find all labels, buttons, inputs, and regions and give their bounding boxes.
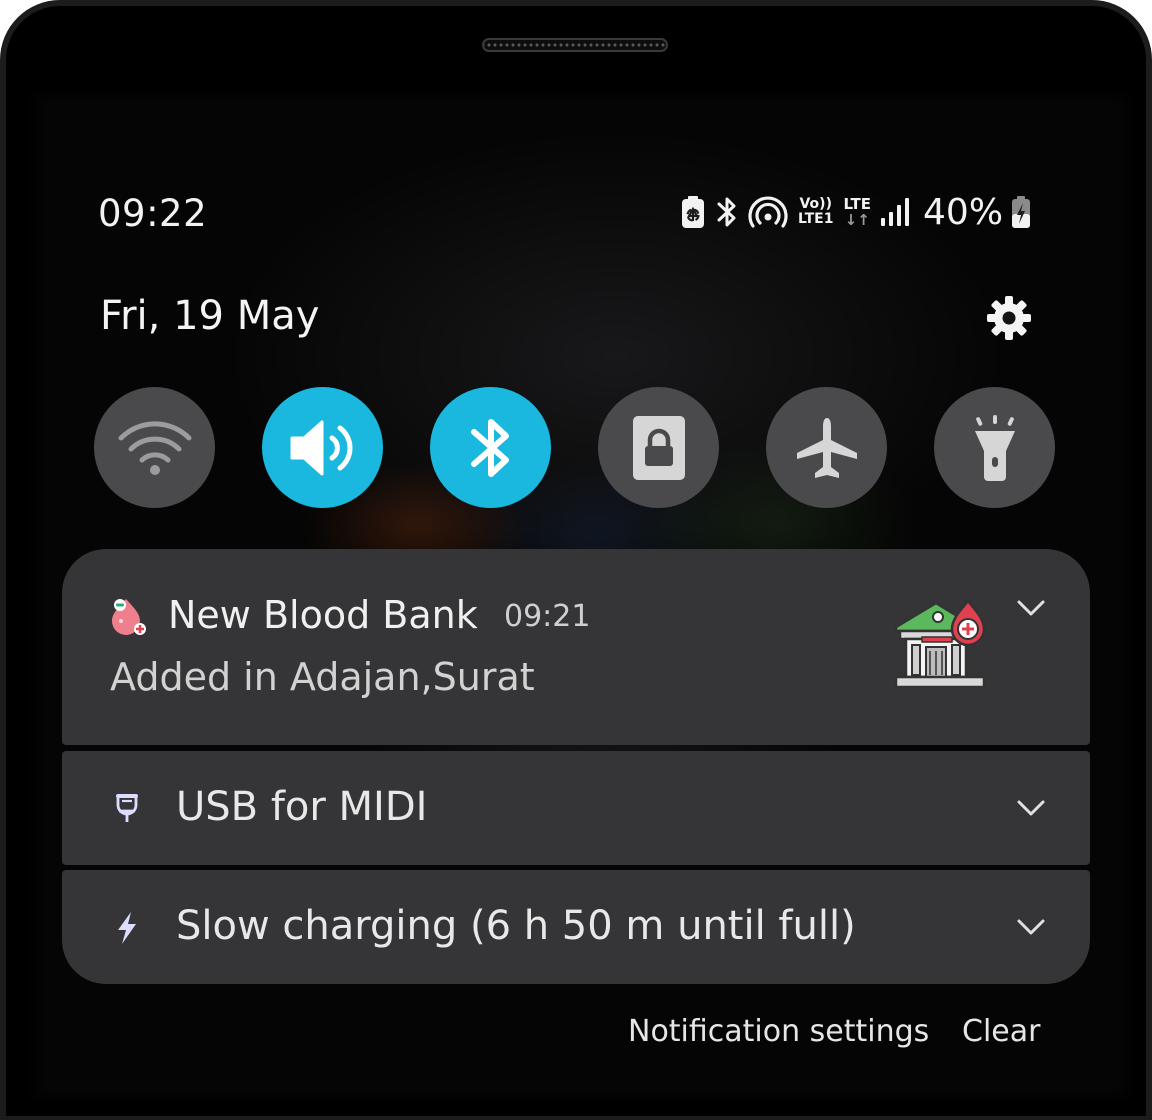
- lte-label: LTE: [843, 195, 872, 213]
- notification-title: New Blood Bank: [168, 593, 478, 637]
- bluetooth-toggle[interactable]: [430, 387, 551, 508]
- status-icons: Vo)) LTE1 LTE ↓↑ 40%: [680, 190, 1031, 234]
- earpiece-speaker: [482, 38, 668, 52]
- blood-bank-building-icon: [892, 597, 992, 697]
- flashlight-icon: [974, 414, 1015, 481]
- gear-icon: [987, 296, 1031, 340]
- lte-arrows: ↓↑: [844, 211, 870, 229]
- date-label: Fri, 19 May: [100, 293, 320, 339]
- airplane-toggle[interactable]: [766, 387, 887, 508]
- battery-percent: 40%: [923, 191, 1004, 233]
- status-time: 09:22: [98, 192, 208, 235]
- lock-icon: [632, 415, 685, 480]
- signal-icon: [879, 197, 911, 227]
- speaker-icon: [290, 420, 352, 475]
- battery-charging-icon: [1011, 195, 1031, 229]
- usb-icon: [110, 789, 144, 829]
- notification-time: 09:21: [504, 599, 591, 634]
- flashlight-toggle[interactable]: [934, 387, 1055, 508]
- expand-button[interactable]: [1014, 591, 1048, 625]
- wifi-toggle[interactable]: [94, 387, 215, 508]
- volte-icon: Vo)) LTE1: [798, 197, 833, 227]
- bluetooth-icon: [470, 418, 509, 477]
- notification-charging[interactable]: Slow charging (6 h 50 m until full): [62, 870, 1090, 984]
- volte-top-label: Vo)): [799, 196, 832, 212]
- hotspot-icon: [748, 195, 788, 229]
- quick-settings-row: [94, 387, 1056, 509]
- clear-button[interactable]: Clear: [962, 1014, 1040, 1049]
- notification-blood-bank[interactable]: New Blood Bank 09:21 Added in Adajan,Sur…: [62, 549, 1090, 745]
- chevron-down-icon: [1017, 600, 1045, 616]
- notification-usb[interactable]: USB for MIDI: [62, 751, 1090, 865]
- expand-button[interactable]: [1014, 791, 1048, 825]
- wifi-icon: [118, 420, 191, 475]
- charging-bolt-icon: [110, 908, 144, 948]
- notification-body: Added in Adajan,Surat: [110, 655, 535, 699]
- rotation-lock-toggle[interactable]: [598, 387, 719, 508]
- airplane-icon: [796, 417, 857, 478]
- usb-notification-text: USB for MIDI: [176, 784, 428, 830]
- phone-frame: 09:22 Vo)) LTE1 LTE ↓↑ 40% Fri, 19 May N…: [0, 0, 1152, 1120]
- notification-settings-button[interactable]: Notification settings: [628, 1014, 929, 1049]
- expand-button[interactable]: [1014, 910, 1048, 944]
- settings-button[interactable]: [983, 292, 1035, 344]
- bluetooth-icon: [714, 195, 740, 229]
- sound-toggle[interactable]: [262, 387, 383, 508]
- charging-notification-text: Slow charging (6 h 50 m until full): [176, 903, 856, 949]
- lte-icon: LTE ↓↑: [843, 196, 871, 228]
- chevron-down-icon: [1017, 800, 1045, 816]
- volte-bottom-label: LTE1: [798, 211, 834, 227]
- blood-drop-icon: [106, 593, 150, 637]
- battery-saver-icon: [680, 195, 706, 229]
- chevron-down-icon: [1017, 919, 1045, 935]
